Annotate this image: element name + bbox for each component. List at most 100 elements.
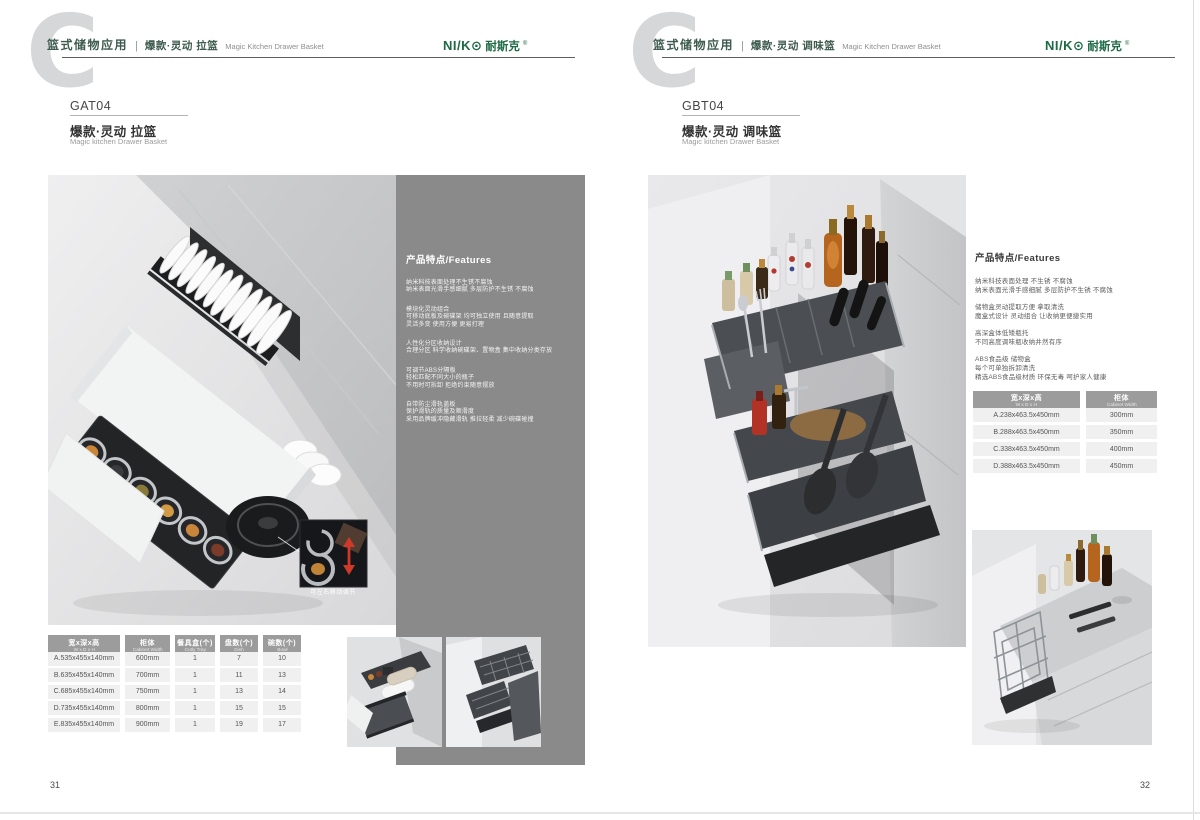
thumbnail-photo-1 xyxy=(347,637,442,747)
feature-line: 储物盒灵动提取方便 拿取清洗 xyxy=(975,303,1167,312)
header-divider: | xyxy=(135,40,138,52)
feature-line: 高深盒体低矮瓶托 xyxy=(975,329,1167,338)
table-cell: C.338x463.5x450mm xyxy=(973,442,1080,456)
feature-group: 储物盒灵动提取方便 拿取清洗 魔盒式设计 灵动组合 让收纳更便捷实用 xyxy=(975,303,1167,321)
thumbnail-photo-empty-basket xyxy=(972,530,1152,745)
product-code: GAT04 xyxy=(70,99,111,113)
brand-logo-en: NI/K⊙ xyxy=(1045,38,1084,54)
table-cell: 300mm xyxy=(1086,408,1157,422)
feature-line: 灵活多变 使用方便 更易打理 xyxy=(406,322,573,329)
header-underline xyxy=(662,57,1175,58)
features-panel-right: 产品特点/Features 纳米科技表面处理 不生锈 不腐蚀 纳米表面光滑手感细… xyxy=(975,250,1167,390)
table-cell: 15 xyxy=(220,701,258,715)
feature-line: 每个可单独拆卸清洗 xyxy=(975,364,1167,373)
product-title-en: Magic kitchen Drawer Basket xyxy=(70,137,167,146)
table-cell: 900mm xyxy=(125,718,170,732)
feature-line: 魔盒式设计 灵动组合 让收纳更便捷实用 xyxy=(975,312,1167,321)
table-cell: 1 xyxy=(175,718,215,732)
catalog-spread: C 篮式储物应用 | 爆款·灵动 拉篮 Magic Kitchen Drawer… xyxy=(0,0,1200,820)
page-number-right: 32 xyxy=(1140,780,1150,790)
header-subtitle-cn: 爆款·灵动 调味篮 xyxy=(751,38,835,53)
spec-table-left: 宽x深x高 W x D x H 柜体 Cabinet Width 餐具盒(个) … xyxy=(48,635,301,732)
brand-logo: NI/K⊙ 耐斯克 ® xyxy=(443,38,527,54)
table-cell: 800mm xyxy=(125,701,170,715)
table-cell: 1 xyxy=(175,668,215,682)
table-cell: 750mm xyxy=(125,685,170,699)
header-category: 篮式储物应用 xyxy=(47,36,128,53)
table-cell: 11 xyxy=(220,668,258,682)
table-cell: D.388x463.5x450mm xyxy=(973,459,1080,473)
header-category: 篮式储物应用 xyxy=(653,36,734,53)
thumbnail-photo-2 xyxy=(446,637,541,747)
feature-group: 可调节ABS分隔板 轻松匹配不同大小的瓶子 不用时可拆卸 拒绝约束随意摆放 xyxy=(406,368,573,390)
drawer-basket-illustration xyxy=(48,175,396,625)
inset-detail-photo xyxy=(300,520,367,587)
table-cell: A.238x463.5x450mm xyxy=(973,408,1080,422)
product-code-underline xyxy=(682,115,800,116)
page-header-left: 篮式储物应用 | 爆款·灵动 拉篮 Magic Kitchen Drawer B… xyxy=(47,36,324,53)
brand-logo-en: NI/K⊙ xyxy=(443,38,482,54)
features-title: 产品特点/Features xyxy=(975,250,1167,264)
feature-group: 模块化灵动组合 可移动底板及碗碟架 均可独立使用 且随意提取 灵活多变 使用方便… xyxy=(406,307,573,329)
table-cell: 19 xyxy=(220,718,258,732)
feature-line: 纳米表面光滑手感细腻 多层防护不生锈 不腐蚀 xyxy=(406,287,573,294)
feature-line: 不同高度调味瓶收纳井然有序 xyxy=(975,338,1167,347)
page-edge-right xyxy=(1193,0,1194,820)
feature-group: 纳米科技表面处理不生锈不腐蚀 纳米表面光滑手感细腻 多层防护不生锈 不腐蚀 xyxy=(406,280,573,295)
table-cell: 700mm xyxy=(125,668,170,682)
header-subtitle-en: Magic Kitchen Drawer Basket xyxy=(225,42,323,51)
feature-group: 自带防尘滑轨盖板 保护滑轨的质量及顺滑度 采用品牌缓冲隐藏滑轨 推拉轻柔 减少碗… xyxy=(406,402,573,424)
registered-mark-icon: ® xyxy=(1125,41,1129,47)
table-cell: E.835x455x140mm xyxy=(48,718,120,732)
feature-line: 精选ABS食品级材质 环保无毒 呵护家人健康 xyxy=(975,373,1167,382)
header-subtitle-en: Magic Kitchen Drawer Basket xyxy=(842,42,940,51)
registered-mark-icon: ® xyxy=(523,41,527,47)
table-cell: 13 xyxy=(220,685,258,699)
brand-logo: NI/K⊙ 耐斯克 ® xyxy=(1045,38,1129,54)
table-cell: B.288x463.5x450mm xyxy=(973,425,1080,439)
table-cell: B.635x455x140mm xyxy=(48,668,120,682)
feature-group: ABS食品级 储物盒 每个可单独拆卸清洗 精选ABS食品级材质 环保无毒 呵护家… xyxy=(975,355,1167,382)
inset-caption: 可左右移动调节 xyxy=(298,587,368,596)
main-photo-drawer-basket xyxy=(48,175,396,625)
spec-table-right: 宽x深x高 W x D x H 柜体 Cabinet Width A.238x4… xyxy=(973,391,1157,473)
brand-logo-cn: 耐斯克 xyxy=(1087,38,1122,54)
product-code-underline xyxy=(70,115,188,116)
table-cell: 14 xyxy=(263,685,301,699)
feature-line: 轻松匹配不同大小的瓶子 xyxy=(406,375,573,382)
pan xyxy=(226,496,310,558)
header-divider: | xyxy=(741,40,744,52)
page-edge-bottom xyxy=(0,812,1200,814)
page-number-left: 31 xyxy=(50,780,60,790)
table-cell: D.735x455x140mm xyxy=(48,701,120,715)
feature-line: 合理分区 科学收纳碗碟架、置物盒 集中收纳分类存放 xyxy=(406,348,573,355)
table-cell: 350mm xyxy=(1086,425,1157,439)
feature-line: 不用时可拆卸 拒绝约束随意摆放 xyxy=(406,383,573,390)
table-cell: 15 xyxy=(263,701,301,715)
product-title-en: Magic kitchen Drawer Basket xyxy=(682,137,779,146)
feature-line: 可移动底板及碗碟架 均可独立使用 且随意提取 xyxy=(406,314,573,321)
header-underline xyxy=(62,57,575,58)
brand-logo-cn: 耐斯克 xyxy=(485,38,520,54)
spice-basket-illustration xyxy=(648,175,966,647)
feature-group: 高深盒体低矮瓶托 不同高度调味瓶收纳井然有序 xyxy=(975,329,1167,347)
feature-line: 保护滑轨的质量及顺滑度 xyxy=(406,409,573,416)
main-photo-spice-basket xyxy=(648,175,966,647)
table-cell: 400mm xyxy=(1086,442,1157,456)
table-cell: 1 xyxy=(175,685,215,699)
feature-line: ABS食品级 储物盒 xyxy=(975,355,1167,364)
table-cell: 13 xyxy=(263,668,301,682)
table-cell: C.685x455x140mm xyxy=(48,685,120,699)
feature-line: 纳米表面光滑手感细腻 多层防护不生锈 不腐蚀 xyxy=(975,286,1167,295)
page-header-right: 篮式储物应用 | 爆款·灵动 调味篮 Magic Kitchen Drawer … xyxy=(653,36,941,53)
features-title: 产品特点/Features xyxy=(406,252,573,266)
feature-line: 纳米科技表面处理 不生锈 不腐蚀 xyxy=(975,277,1167,286)
product-code: GBT04 xyxy=(682,99,724,113)
header-subtitle-cn: 爆款·灵动 拉篮 xyxy=(145,38,218,53)
feature-group: 人性化分区收纳设计 合理分区 科学收纳碗碟架、置物盒 集中收纳分类存放 xyxy=(406,341,573,356)
feature-group: 纳米科技表面处理 不生锈 不腐蚀 纳米表面光滑手感细腻 多层防护不生锈 不腐蚀 xyxy=(975,277,1167,295)
table-cell: 450mm xyxy=(1086,459,1157,473)
table-cell: 1 xyxy=(175,701,215,715)
table-cell: 17 xyxy=(263,718,301,732)
feature-line: 采用品牌缓冲隐藏滑轨 推拉轻柔 减少碗碟碰撞 xyxy=(406,417,573,424)
